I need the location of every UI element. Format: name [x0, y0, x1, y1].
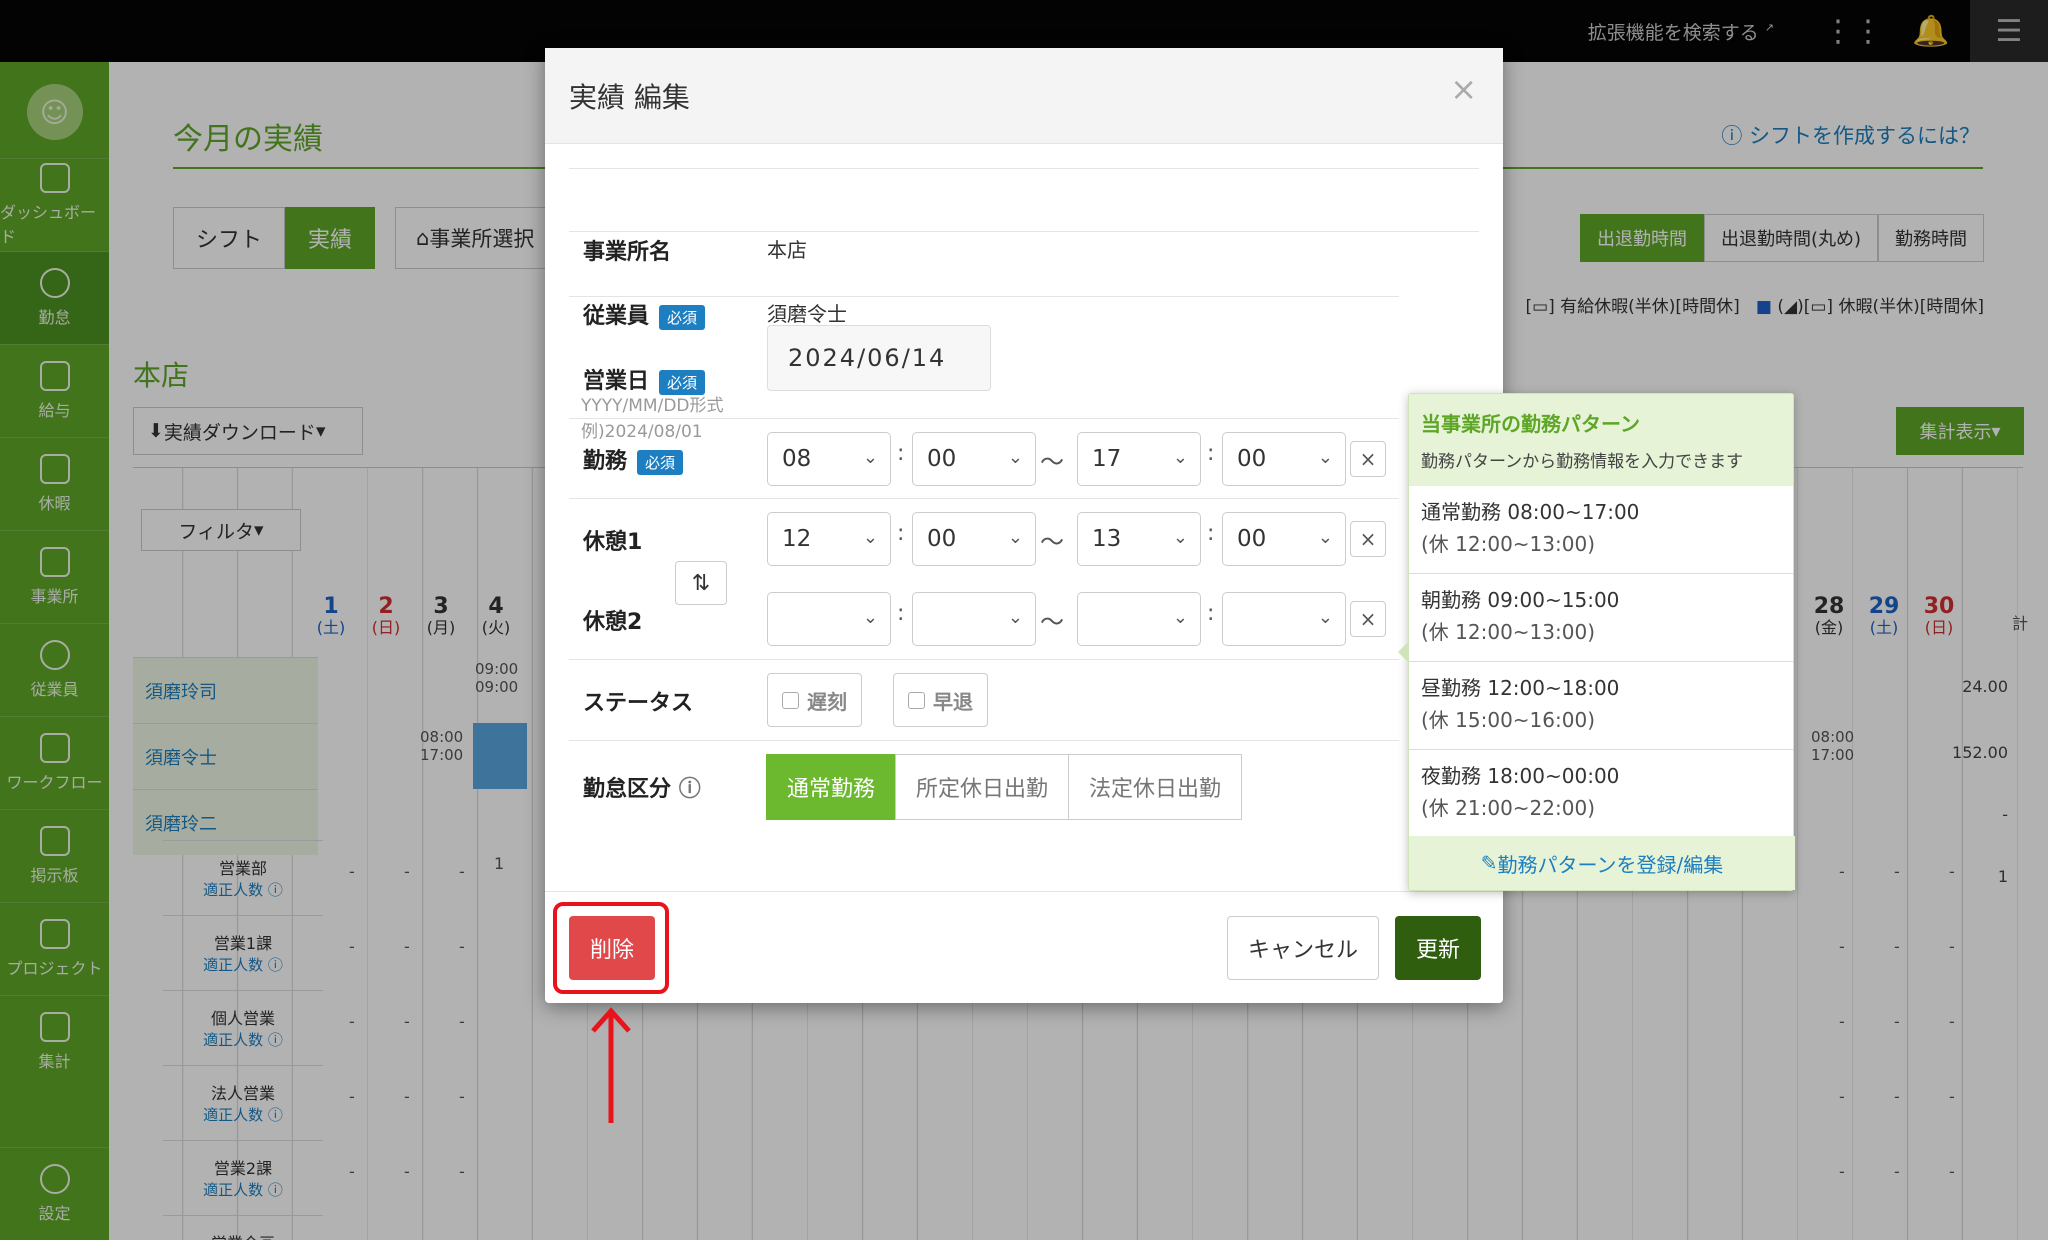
modal-title: 実績 編集 [545, 48, 1503, 144]
row-divider [569, 296, 1399, 297]
break1-start-minute-select[interactable]: 00 ⌄ [912, 512, 1036, 566]
pattern-item[interactable]: 朝勤務 09:00~15:00 (休 12:00~13:00) [1409, 574, 1793, 662]
clear-work-button[interactable]: × [1350, 441, 1386, 477]
work-start-minute-select[interactable]: 00 ⌄ [912, 432, 1036, 486]
work-label: 勤務 必須 [583, 443, 684, 475]
work-end-hour-select[interactable]: 17 ⌄ [1077, 432, 1201, 486]
pattern-item[interactable]: 夜勤務 18:00~00:00 (休 21:00~22:00) [1409, 750, 1793, 838]
annotation-arrow-icon [591, 1007, 631, 1123]
highlight-box [553, 902, 669, 994]
type-legal-holiday[interactable]: 法定休日出勤 [1068, 754, 1243, 820]
employee-value: 須磨令士 [767, 302, 847, 326]
chevron-down-icon: ⌄ [1172, 607, 1188, 628]
swap-vertical-icon: ⇅ [691, 570, 711, 596]
required-badge: 必須 [659, 369, 706, 395]
attendance-type-label: 勤怠区分 ⓘ [583, 777, 701, 802]
chevron-down-icon: ⌄ [1317, 447, 1333, 468]
break1-end-hour-select[interactable]: 13 ⌄ [1077, 512, 1201, 566]
work-start-hour-select[interactable]: 08 ⌄ [767, 432, 891, 486]
late-checkbox[interactable]: 遅刻 [767, 673, 862, 727]
break2-end-minute-select[interactable]: ⌄ [1222, 592, 1346, 646]
chevron-down-icon: ⌄ [1317, 527, 1333, 548]
pattern-item[interactable]: 通常勤務 08:00~17:00 (休 12:00~13:00) [1409, 486, 1793, 574]
colon: : [1207, 441, 1215, 466]
close-icon[interactable]: × [1450, 70, 1477, 108]
status-label: ステータス [583, 691, 694, 716]
break1-label: 休憩1 [583, 530, 643, 555]
employee-label: 従業員 必須 [583, 298, 706, 330]
row-divider [569, 740, 1399, 741]
break1-start-hour-select[interactable]: 12 ⌄ [767, 512, 891, 566]
update-button[interactable]: 更新 [1395, 916, 1481, 980]
colon: : [897, 601, 905, 626]
tilde: 〜 [1040, 528, 1064, 556]
chevron-down-icon: ⌄ [1007, 607, 1023, 628]
swap-breaks-button[interactable]: ⇅ [675, 561, 727, 605]
break2-start-minute-select[interactable]: ⌄ [912, 592, 1036, 646]
break2-end-hour-select[interactable]: ⌄ [1077, 592, 1201, 646]
tilde: 〜 [1040, 448, 1064, 476]
office-label: 事業所名 [583, 240, 672, 265]
colon: : [1207, 521, 1215, 546]
date-hint: YYYY/MM/DD形式 例)2024/08/01 [581, 396, 724, 442]
chevron-down-icon: ⌄ [1007, 447, 1023, 468]
chevron-down-icon: ⌄ [1172, 447, 1188, 468]
cancel-button[interactable]: キャンセル [1227, 916, 1379, 980]
colon: : [897, 441, 905, 466]
popover-title: 当事業所の勤務パターン [1421, 412, 1640, 436]
colon: : [1207, 601, 1215, 626]
chevron-down-icon: ⌄ [862, 527, 878, 548]
row-divider [569, 168, 1479, 169]
row-divider [569, 659, 1399, 660]
break2-label: 休憩2 [583, 610, 643, 635]
chevron-down-icon: ⌄ [1172, 527, 1188, 548]
required-badge: 必須 [637, 449, 684, 475]
clear-break2-button[interactable]: × [1350, 601, 1386, 637]
early-leave-checkbox[interactable]: 早退 [893, 673, 988, 727]
chevron-down-icon: ⌄ [1317, 607, 1333, 628]
edit-patterns-link[interactable]: ✎ 勤務パターンを登録/編集 [1409, 836, 1795, 890]
work-end-minute-select[interactable]: 00 ⌄ [1222, 432, 1346, 486]
pencil-icon: ✎ [1480, 851, 1498, 875]
date-label: 営業日 必須 [583, 363, 706, 395]
info-icon: ⓘ [678, 777, 701, 802]
office-value: 本店 [767, 238, 807, 262]
attendance-type-selector: 通常勤務 所定休日出勤 法定休日出勤 [766, 754, 1243, 820]
row-divider [569, 231, 1479, 232]
date-input[interactable]: 2024/06/14 [767, 325, 991, 391]
type-scheduled-holiday[interactable]: 所定休日出勤 [895, 754, 1070, 820]
pattern-item[interactable]: 昼勤務 12:00~18:00 (休 15:00~16:00) [1409, 662, 1793, 750]
type-regular[interactable]: 通常勤務 [766, 754, 897, 820]
row-divider [569, 418, 1399, 419]
required-badge: 必須 [659, 304, 706, 330]
row-divider [569, 498, 1399, 499]
chevron-down-icon: ⌄ [1007, 527, 1023, 548]
clear-break1-button[interactable]: × [1350, 521, 1386, 557]
popover-caret [1398, 641, 1409, 663]
chevron-down-icon: ⌄ [862, 447, 878, 468]
colon: : [897, 521, 905, 546]
break1-end-minute-select[interactable]: 00 ⌄ [1222, 512, 1346, 566]
break2-start-hour-select[interactable]: ⌄ [767, 592, 891, 646]
edit-record-modal: 実績 編集 × 事業所名 本店 従業員 必須 須磨令士 営業日 必須 YYYY/MM… [545, 48, 1503, 1003]
popover-subtitle: 勤務パターンから勤務情報を入力できます [1421, 452, 1744, 472]
work-pattern-popover: 当事業所の勤務パターン 勤務パターンから勤務情報を入力できます 通常勤務 08:… [1398, 393, 1795, 891]
chevron-down-icon: ⌄ [862, 607, 878, 628]
tilde: 〜 [1040, 608, 1064, 636]
